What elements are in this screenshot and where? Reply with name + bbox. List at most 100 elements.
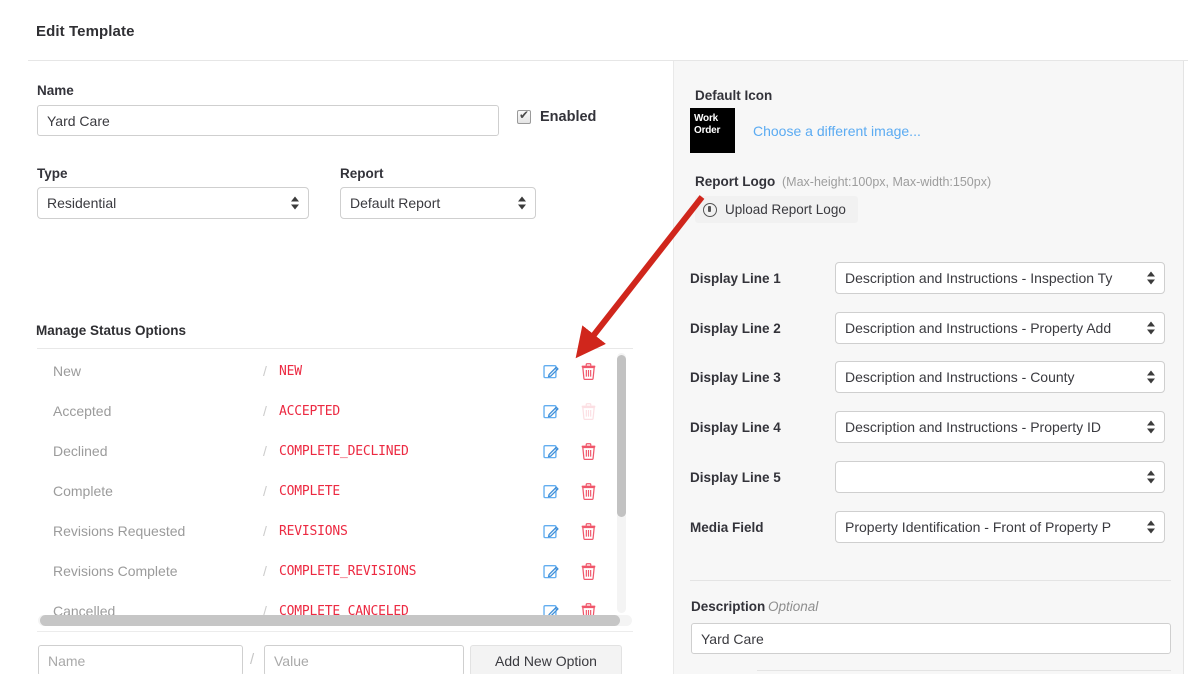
delete-icon bbox=[581, 402, 596, 420]
status-list-horizontal-scrollbar-thumb[interactable] bbox=[40, 615, 620, 626]
status-option-row: New / NEW bbox=[37, 351, 633, 391]
add-new-option-button[interactable]: Add New Option bbox=[470, 645, 622, 674]
status-row-actions bbox=[543, 402, 596, 420]
report-select[interactable]: Default Report bbox=[340, 187, 536, 219]
delete-icon[interactable] bbox=[581, 562, 596, 580]
report-select-value: Default Report bbox=[350, 195, 441, 211]
description-input[interactable] bbox=[691, 623, 1171, 654]
status-list-bottom-divider bbox=[37, 631, 633, 632]
work-order-icon-line1: Work bbox=[694, 113, 719, 124]
delete-icon[interactable] bbox=[581, 602, 596, 616]
description-divider bbox=[690, 580, 1171, 581]
upload-report-logo-button[interactable]: Upload Report Logo bbox=[695, 196, 858, 223]
updown-caret-icon bbox=[518, 196, 527, 211]
status-list-vertical-scrollbar-thumb[interactable] bbox=[617, 355, 626, 517]
status-option-separator: / bbox=[263, 563, 267, 579]
delete-icon[interactable] bbox=[581, 442, 596, 460]
display-line-select[interactable]: Description and Instructions - County bbox=[835, 361, 1165, 393]
status-option-row: Cancelled / COMPLETE_CANCELED bbox=[37, 591, 633, 615]
enabled-checkbox-group[interactable]: Enabled bbox=[517, 108, 597, 125]
display-line-select[interactable]: Description and Instructions - Property … bbox=[835, 312, 1165, 344]
edit-icon[interactable] bbox=[543, 603, 560, 616]
right-panel: Default Icon Work Order Choose a differe… bbox=[673, 61, 1184, 674]
updown-caret-icon bbox=[1147, 271, 1156, 286]
delete-icon[interactable] bbox=[581, 482, 596, 500]
display-line-row: Media Field Property Identification - Fro… bbox=[690, 511, 1165, 543]
status-option-name: Revisions Requested bbox=[53, 523, 186, 539]
display-line-label: Display Line 5 bbox=[690, 469, 781, 485]
status-option-separator: / bbox=[263, 523, 267, 539]
status-option-row: Revisions Complete / COMPLETE_REVISIONS bbox=[37, 551, 633, 591]
type-select-value: Residential bbox=[47, 195, 117, 211]
updown-caret-icon bbox=[1147, 321, 1156, 336]
status-option-name: Cancelled bbox=[53, 603, 116, 615]
display-line-label: Media Field bbox=[690, 519, 764, 535]
display-line-row: Display Line 3 Description and Instructio… bbox=[690, 361, 1165, 393]
enabled-checkbox[interactable] bbox=[517, 108, 531, 124]
updown-caret-icon bbox=[291, 196, 300, 211]
name-label: Name bbox=[37, 83, 74, 98]
right-panel-edge bbox=[1183, 61, 1184, 674]
page-title: Edit Template bbox=[36, 23, 135, 40]
status-option-value: COMPLETE_REVISIONS bbox=[279, 563, 417, 579]
status-option-value: COMPLETE bbox=[279, 483, 341, 499]
status-option-name: Revisions Complete bbox=[53, 563, 178, 579]
display-line-value: Description and Instructions - County bbox=[845, 369, 1075, 385]
status-option-row: Accepted / ACCEPTED bbox=[37, 391, 633, 431]
choose-different-image-link[interactable]: Choose a different image... bbox=[753, 123, 921, 139]
status-option-value: ACCEPTED bbox=[279, 403, 341, 419]
report-label: Report bbox=[340, 166, 384, 181]
status-option-value: COMPLETE_DECLINED bbox=[279, 443, 409, 459]
display-line-row: Display Line 2 Description and Instructio… bbox=[690, 312, 1165, 344]
status-section-divider bbox=[37, 348, 633, 349]
display-line-value: Description and Instructions - Inspectio… bbox=[845, 270, 1113, 286]
status-option-row: Declined / COMPLETE_DECLINED bbox=[37, 431, 633, 471]
display-line-select[interactable]: Description and Instructions - Property … bbox=[835, 411, 1165, 443]
status-option-row: Revisions Requested / REVISIONS bbox=[37, 511, 633, 551]
new-option-value-input[interactable] bbox=[264, 645, 464, 674]
work-order-icon: Work Order bbox=[690, 108, 735, 153]
work-order-icon-line2: Order bbox=[694, 124, 721, 136]
status-option-value: COMPLETE_CANCELED bbox=[279, 603, 409, 616]
enabled-label: Enabled bbox=[540, 109, 597, 125]
edit-icon[interactable] bbox=[543, 563, 560, 580]
display-line-value: Description and Instructions - Property … bbox=[845, 419, 1101, 435]
status-row-actions bbox=[543, 442, 596, 460]
default-icon-label: Default Icon bbox=[695, 88, 773, 103]
edit-template-page: Edit Template Name Enabled Type Resident… bbox=[0, 0, 1194, 674]
status-option-separator: / bbox=[263, 483, 267, 499]
status-option-name: Accepted bbox=[53, 403, 112, 419]
edit-icon[interactable] bbox=[543, 443, 560, 460]
template-name-input[interactable] bbox=[37, 105, 499, 136]
status-option-value: REVISIONS bbox=[279, 523, 348, 539]
status-option-separator: / bbox=[263, 403, 267, 419]
updown-caret-icon bbox=[1147, 470, 1156, 485]
left-panel: Name Enabled Type Residential Report Def… bbox=[0, 61, 673, 674]
status-row-actions bbox=[543, 562, 596, 580]
status-option-name: New bbox=[53, 363, 82, 379]
manage-status-options-title: Manage Status Options bbox=[36, 323, 187, 338]
status-option-separator: / bbox=[263, 603, 267, 615]
report-logo-label: Report Logo bbox=[695, 174, 776, 189]
display-line-select[interactable]: Description and Instructions - Inspectio… bbox=[835, 262, 1165, 294]
delete-icon[interactable] bbox=[581, 362, 596, 380]
type-select[interactable]: Residential bbox=[37, 187, 309, 219]
new-option-name-input[interactable] bbox=[38, 645, 243, 674]
status-options-list: New / NEW Accepted / ACCEPTED Declined / COMPLET… bbox=[37, 351, 633, 615]
status-row-actions bbox=[543, 362, 596, 380]
status-option-name: Declined bbox=[53, 443, 108, 459]
display-line-label: Display Line 2 bbox=[690, 320, 781, 336]
status-option-name: Complete bbox=[53, 483, 113, 499]
status-row-actions bbox=[543, 602, 596, 616]
description-bottom-divider bbox=[757, 670, 1171, 671]
edit-icon[interactable] bbox=[543, 403, 560, 420]
display-line-select[interactable]: Property Identification - Front of Prope… bbox=[835, 511, 1165, 543]
upload-icon bbox=[703, 202, 717, 217]
edit-icon[interactable] bbox=[543, 523, 560, 540]
edit-icon[interactable] bbox=[543, 363, 560, 380]
delete-icon[interactable] bbox=[581, 522, 596, 540]
edit-icon[interactable] bbox=[543, 483, 560, 500]
display-line-row: Display Line 4 Description and Instructio… bbox=[690, 411, 1165, 443]
status-option-separator: / bbox=[263, 363, 267, 379]
display-line-select[interactable] bbox=[835, 461, 1165, 493]
